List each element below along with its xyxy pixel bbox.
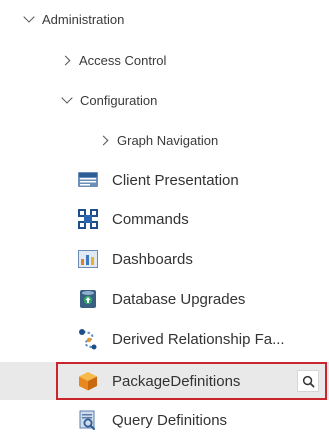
- tree-item-database-upgrades[interactable]: Database Upgrades: [0, 281, 329, 317]
- tree-item-derived-relationship[interactable]: Derived Relationship Fa...: [0, 321, 329, 357]
- tree-node-label: Administration: [42, 11, 125, 27]
- tree-node-administration[interactable]: Administration: [0, 4, 329, 34]
- dashboards-icon: [77, 248, 99, 270]
- tree-node-graph-navigation[interactable]: Graph Navigation: [0, 125, 329, 155]
- tree-item-label: PackageDefinitions: [112, 372, 241, 390]
- tree-node-label: Access Control: [79, 52, 167, 68]
- chevron-down-icon[interactable]: [61, 92, 73, 104]
- tree-node-access-control[interactable]: Access Control: [0, 45, 329, 75]
- tree-item-label: Query Definitions: [112, 411, 228, 429]
- tree-node-label: Graph Navigation: [117, 132, 219, 148]
- chevron-right-icon[interactable]: [60, 55, 71, 65]
- chevron-right-icon[interactable]: [98, 135, 109, 145]
- tree-item-label: Commands: [112, 210, 189, 228]
- search-button[interactable]: [297, 370, 319, 392]
- chevron-down-icon[interactable]: [23, 11, 35, 23]
- tree-item-label: Dashboards: [112, 250, 193, 268]
- navigation-tree: Administration Access Control Configurat…: [0, 0, 329, 438]
- tree-item-package-definitions[interactable]: PackageDefinitions: [0, 362, 329, 400]
- client-presentation-icon: [77, 169, 99, 191]
- tree-item-label: Client Presentation: [112, 171, 239, 189]
- tree-node-configuration[interactable]: Configuration: [0, 85, 329, 115]
- query-definitions-icon: [77, 409, 99, 431]
- tree-item-commands[interactable]: Commands: [0, 201, 329, 237]
- tree-item-label: Database Upgrades: [112, 290, 246, 308]
- tree-item-query-definitions[interactable]: Query Definitions: [0, 402, 329, 438]
- tree-node-label: Configuration: [80, 92, 158, 108]
- tree-item-client-presentation[interactable]: Client Presentation: [0, 162, 329, 198]
- tree-item-dashboards[interactable]: Dashboards: [0, 241, 329, 277]
- database-upgrades-icon: [77, 288, 99, 310]
- package-icon: [77, 370, 99, 392]
- tree-item-label: Derived Relationship Fa...: [112, 330, 285, 348]
- search-icon: [302, 375, 314, 387]
- derived-relationship-icon: [77, 328, 99, 350]
- commands-icon: [77, 208, 99, 230]
